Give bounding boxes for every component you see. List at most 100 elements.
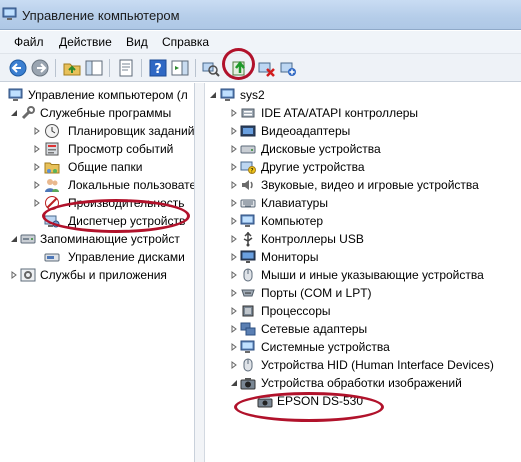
title-bar: Управление компьютером	[0, 0, 521, 30]
port-icon	[241, 289, 255, 297]
other-devices-icon: ?	[240, 161, 256, 175]
scanner-icon	[257, 397, 273, 408]
device-category-label: Сетевые адаптеры	[261, 322, 368, 336]
expanded-arrow-icon[interactable]	[10, 235, 18, 243]
menu-file[interactable]: Файл	[14, 35, 44, 49]
device-category-label: Другие устройства	[261, 160, 365, 174]
collapsed-arrow-icon[interactable]	[230, 109, 238, 117]
properties-icon[interactable]	[116, 58, 136, 78]
device-category-label: Контроллеры USB	[261, 232, 364, 246]
back-icon[interactable]	[8, 58, 28, 78]
forward-icon[interactable]	[30, 58, 50, 78]
console-tree: Управление компьютером (л Служебные прог…	[0, 83, 195, 462]
tree-root-label: Управление компьютером (л	[28, 88, 188, 102]
help-icon[interactable]: ?	[148, 58, 168, 78]
device-category-label: Устройства обработки изображений	[261, 376, 462, 390]
toolbar: ?	[0, 54, 521, 82]
tree-disk-management-label: Управление дисками	[68, 250, 185, 264]
scan-hardware-icon[interactable]	[200, 58, 220, 78]
collapsed-arrow-icon[interactable]	[230, 361, 238, 369]
collapsed-arrow-icon[interactable]	[230, 325, 238, 333]
toolbar-separator	[195, 59, 196, 77]
device-category-label: Мониторы	[261, 250, 319, 264]
collapsed-arrow-icon[interactable]	[230, 217, 238, 225]
tree-performance-label: Производительность	[68, 196, 185, 210]
device-category-label: Процессоры	[261, 304, 331, 318]
collapsed-arrow-icon[interactable]	[230, 199, 238, 207]
imaging-device-label: EPSON DS-530	[277, 394, 364, 408]
collapsed-arrow-icon[interactable]	[230, 343, 238, 351]
svg-text:?: ?	[154, 62, 162, 77]
expanded-arrow-icon[interactable]	[230, 379, 238, 387]
mouse-icon	[243, 268, 253, 282]
device-category-label: Дисковые устройства	[261, 142, 381, 156]
tree-event-viewer-label: Просмотр событий	[68, 142, 174, 156]
disk-drive-icon	[240, 145, 256, 154]
usb-icon	[243, 231, 253, 247]
tree-shared-folders-label: Общие папки	[68, 160, 143, 174]
uninstall-icon[interactable]	[256, 58, 276, 78]
device-category-label: Системные устройства	[261, 340, 390, 354]
device-category-label: Клавиатуры	[261, 196, 328, 210]
tree-system-tools-label: Служебные программы	[40, 106, 172, 120]
services-icon	[20, 268, 36, 282]
pane-splitter[interactable]	[195, 83, 205, 462]
device-tree-computer-label: sys2	[240, 88, 265, 102]
hid-icon	[243, 358, 253, 372]
collapsed-arrow-icon[interactable]	[230, 235, 238, 243]
enable-device-icon[interactable]	[278, 58, 298, 78]
keyboard-icon	[240, 199, 256, 208]
update-driver-icon[interactable]	[230, 58, 250, 78]
up-folder-icon[interactable]	[62, 58, 82, 78]
window-title: Управление компьютером	[22, 8, 180, 23]
menu-help[interactable]: Справка	[162, 35, 209, 49]
collapsed-arrow-icon[interactable]	[33, 127, 41, 135]
toolbar-separator	[141, 59, 142, 77]
collapsed-arrow-icon[interactable]	[33, 199, 41, 207]
menu-view[interactable]: Вид	[126, 35, 148, 49]
collapsed-arrow-icon[interactable]	[33, 163, 41, 171]
collapsed-arrow-icon[interactable]	[230, 271, 238, 279]
collapsed-arrow-icon[interactable]	[230, 181, 238, 189]
tree-storage-label: Запоминающие устройст	[40, 232, 180, 246]
tree-task-scheduler-label: Планировщик заданий	[68, 124, 195, 138]
toolbar-separator	[109, 59, 110, 77]
collapsed-arrow-icon[interactable]	[230, 163, 238, 171]
svg-text:?: ?	[250, 168, 253, 175]
tree-local-users-label: Локальные пользовате	[68, 178, 195, 192]
users-icon	[45, 179, 59, 192]
tree-services-label: Службы и приложения	[40, 268, 167, 282]
collapsed-arrow-icon[interactable]	[230, 127, 238, 135]
menu-action[interactable]: Действие	[59, 35, 112, 49]
device-category-label: Видеоадаптеры	[261, 124, 351, 138]
show-tree-icon[interactable]	[84, 58, 104, 78]
ide-controller-icon	[241, 108, 255, 118]
device-category-label: Звуковые, видео и игровые устройства	[261, 178, 479, 192]
imaging-device-icon	[240, 378, 256, 390]
system-devices-icon	[240, 340, 255, 353]
tree-device-manager-label: Диспетчер устройств	[68, 214, 186, 228]
expanded-arrow-icon[interactable]	[10, 109, 18, 117]
device-category-label: Мыши и иные указывающие устройства	[261, 268, 484, 282]
storage-icon	[20, 234, 36, 244]
device-manager-icon	[44, 215, 60, 228]
display-adapter-icon	[240, 125, 256, 137]
collapsed-arrow-icon[interactable]	[230, 307, 238, 315]
menu-bar: Файл Действие Вид Справка	[0, 31, 521, 54]
toolbar-separator	[55, 59, 56, 77]
network-adapter-icon	[240, 322, 256, 336]
expanded-arrow-icon[interactable]	[209, 91, 217, 99]
device-category-label: IDE ATA/ATAPI контроллеры	[261, 106, 419, 120]
collapsed-arrow-icon[interactable]	[33, 145, 41, 153]
clock-icon	[45, 124, 59, 138]
action-pane-icon[interactable]	[170, 58, 190, 78]
device-category-label: Порты (COM и LPT)	[261, 286, 372, 300]
computer-icon	[240, 214, 255, 227]
collapsed-arrow-icon[interactable]	[230, 253, 238, 261]
collapsed-arrow-icon[interactable]	[230, 289, 238, 297]
collapsed-arrow-icon[interactable]	[33, 181, 41, 189]
collapsed-arrow-icon[interactable]	[230, 145, 238, 153]
event-viewer-icon	[45, 142, 59, 156]
collapsed-arrow-icon[interactable]	[10, 271, 18, 279]
computer-management-icon	[2, 7, 17, 20]
